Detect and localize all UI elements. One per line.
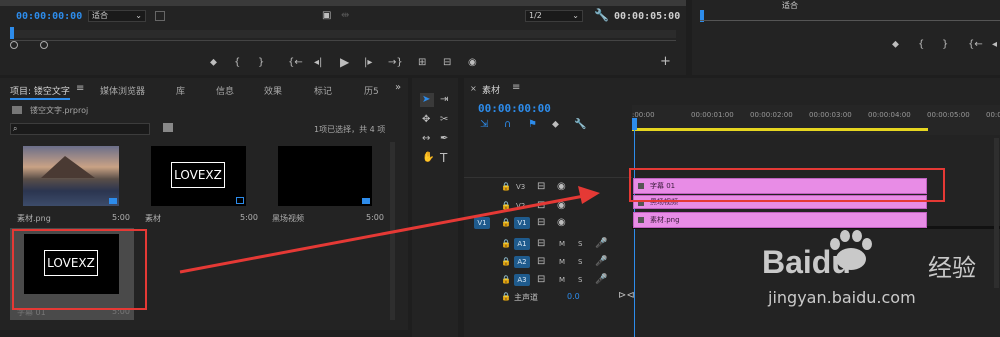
ruler-tick-label: 00:00:02:00 (750, 111, 793, 119)
paw-logo-icon (826, 228, 872, 270)
ruler-tick-label: 00:00:06 (986, 111, 1000, 119)
watermark-cn: 经验 (928, 254, 976, 282)
annotation-arrow (179, 186, 600, 274)
ruler-tick-label: 00:00:04:00 (868, 111, 911, 119)
ruler-tick-label: :00:00 (632, 111, 655, 119)
ruler-tick-label: 00:00:01:00 (691, 111, 734, 119)
watermark-url: jingyan.baidu.com (768, 288, 916, 307)
ruler-tick-label: 00:00:03:00 (809, 111, 852, 119)
ruler-tick-label: 00:00:05:00 (927, 111, 970, 119)
